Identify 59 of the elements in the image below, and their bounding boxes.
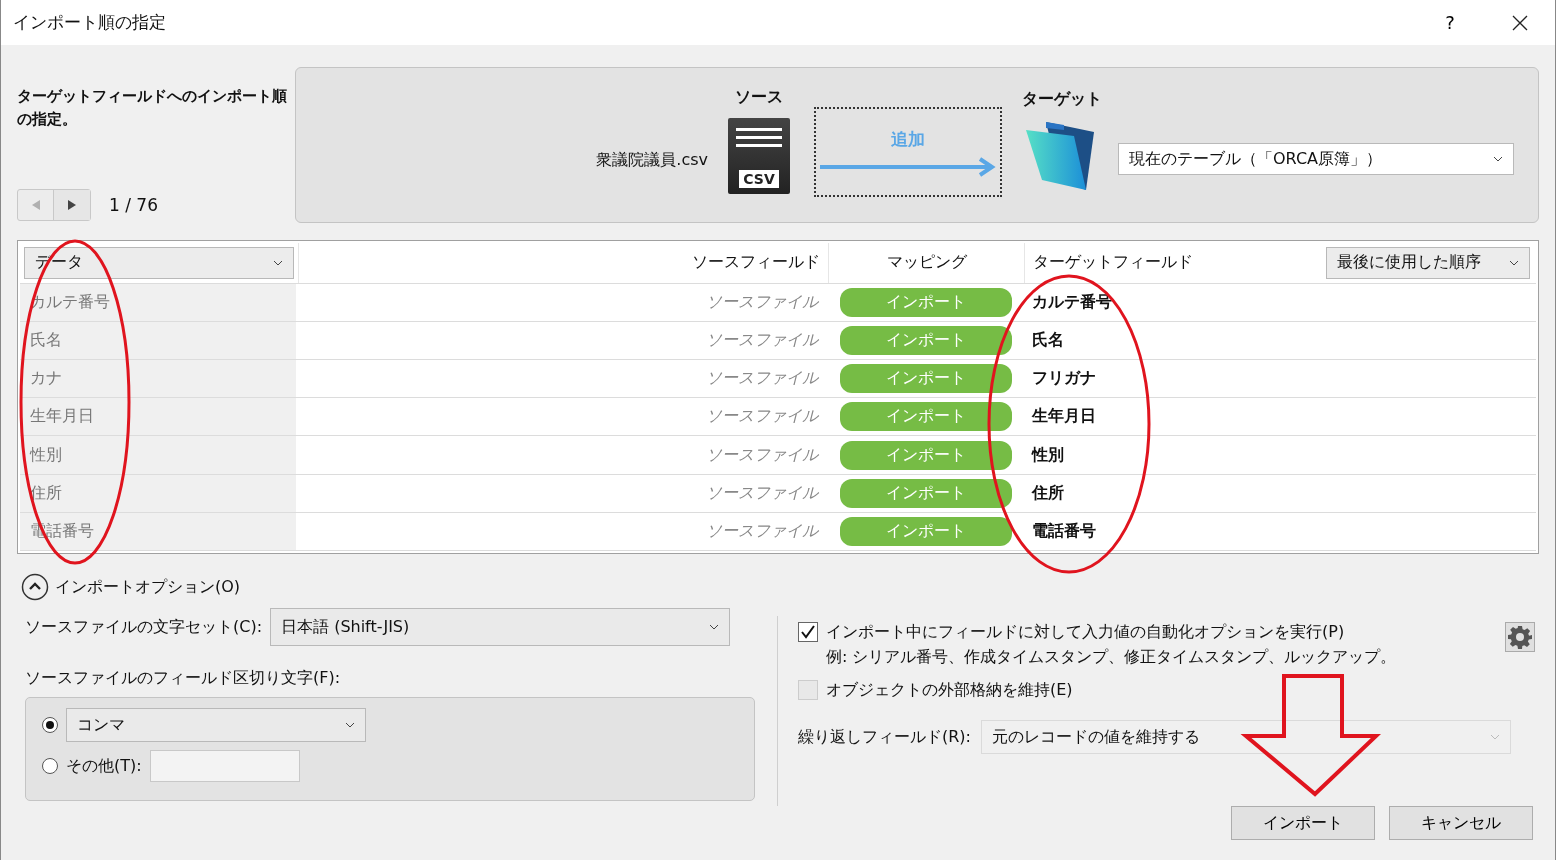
dialog-button[interactable]: インポート: [1231, 806, 1375, 840]
dialog-button[interactable]: キャンセル: [1389, 806, 1533, 840]
radio-button[interactable]: [42, 717, 58, 733]
collapse-icon[interactable]: [21, 573, 49, 601]
charset-label: ソースファイルの文字セット(C):: [25, 616, 263, 638]
source-cell-text: ソースファイル: [705, 328, 820, 351]
radio-label[interactable]: その他(T):: [66, 755, 142, 777]
chevron-down-icon: [1490, 734, 1500, 741]
column-dropdown[interactable]: 最後に使用した順序: [1326, 246, 1530, 279]
checkbox-label[interactable]: オブジェクトの外部格納を維持(E): [826, 679, 1535, 701]
source-cell-text: ソースファイル: [705, 519, 820, 542]
csv-file-icon: CSV: [728, 117, 790, 194]
help-button[interactable]: ?: [1415, 0, 1485, 45]
data-cell: カナ: [20, 360, 296, 398]
source-cell-text: ソースファイル: [705, 481, 820, 504]
checkbox[interactable]: [798, 622, 818, 642]
radio-button[interactable]: [42, 758, 58, 774]
target-field-cell-text: 性別: [1030, 443, 1065, 466]
checkbox-label[interactable]: インポート中にフィールドに対して入力値の自動化オプションを実行(P): [826, 622, 1497, 643]
data-cell: 性別: [20, 436, 296, 474]
chevron-down-icon: [709, 624, 720, 630]
other-delimiter-field[interactable]: [149, 750, 300, 782]
column-header: ターゲットフィールド: [1024, 243, 1322, 283]
chevron-down-icon: [345, 722, 355, 728]
target-table-select[interactable]: 現在のテーブル（「ORCA原簿」）: [1118, 143, 1514, 175]
data-cell: 生年月日: [20, 398, 296, 436]
repeat-field-label: 繰り返しフィールド(R):: [798, 726, 971, 748]
source-cell-text: ソースファイル: [705, 367, 820, 390]
delimiter-select[interactable]: コンマ: [66, 708, 366, 742]
data-cell: 氏名: [20, 321, 296, 360]
delimiter-label: ソースファイルのフィールド区切り文字(F):: [25, 668, 342, 689]
data-cell: 住所: [20, 474, 296, 512]
target-field-cell-text: カルテ番号: [1031, 290, 1113, 313]
charset-select[interactable]: 日本語 (Shift-JIS): [270, 608, 731, 646]
repeat-field-select[interactable]: 元のレコードの値を維持する: [981, 720, 1511, 755]
source-cell-text: ソースファイル: [705, 405, 820, 428]
next-button[interactable]: [54, 190, 90, 220]
source-cell-text: ソースファイル: [705, 443, 820, 466]
target-field-cell-text: 住所: [1030, 481, 1065, 504]
target-heading: ターゲット: [1022, 88, 1102, 110]
target-field-cell-text: 氏名: [1031, 328, 1065, 351]
window-title: インポート順の指定: [13, 11, 167, 34]
chevron-down-icon: [273, 259, 283, 266]
close-icon: [1512, 14, 1528, 31]
checkbox-note: 例: シリアル番号、作成タイムスタンプ、修正タイムスタンプ、ルックアップ。: [826, 646, 1398, 668]
import-options-title[interactable]: インポートオプション(O): [55, 576, 241, 598]
source-cell-text: ソースファイル: [705, 290, 820, 313]
chevron-down-icon: [1493, 156, 1503, 162]
column-header: マッピング: [828, 243, 1024, 283]
target-field-cell-text: 電話番号: [1031, 519, 1097, 542]
target-field-cell-text: 生年月日: [1030, 405, 1097, 428]
chevron-down-icon: [1509, 259, 1519, 266]
source-heading: ソース: [735, 86, 783, 108]
target-field-cell-text: フリガナ: [1031, 367, 1097, 390]
settings-button[interactable]: [1505, 622, 1535, 652]
description-text: ターゲットフィールドへのインポート順の指定。: [17, 86, 288, 131]
source-file-name: 衆議院議員.csv: [596, 149, 708, 171]
column-header: ソースフィールド: [298, 243, 828, 283]
record-counter: 1 / 76: [109, 195, 158, 215]
